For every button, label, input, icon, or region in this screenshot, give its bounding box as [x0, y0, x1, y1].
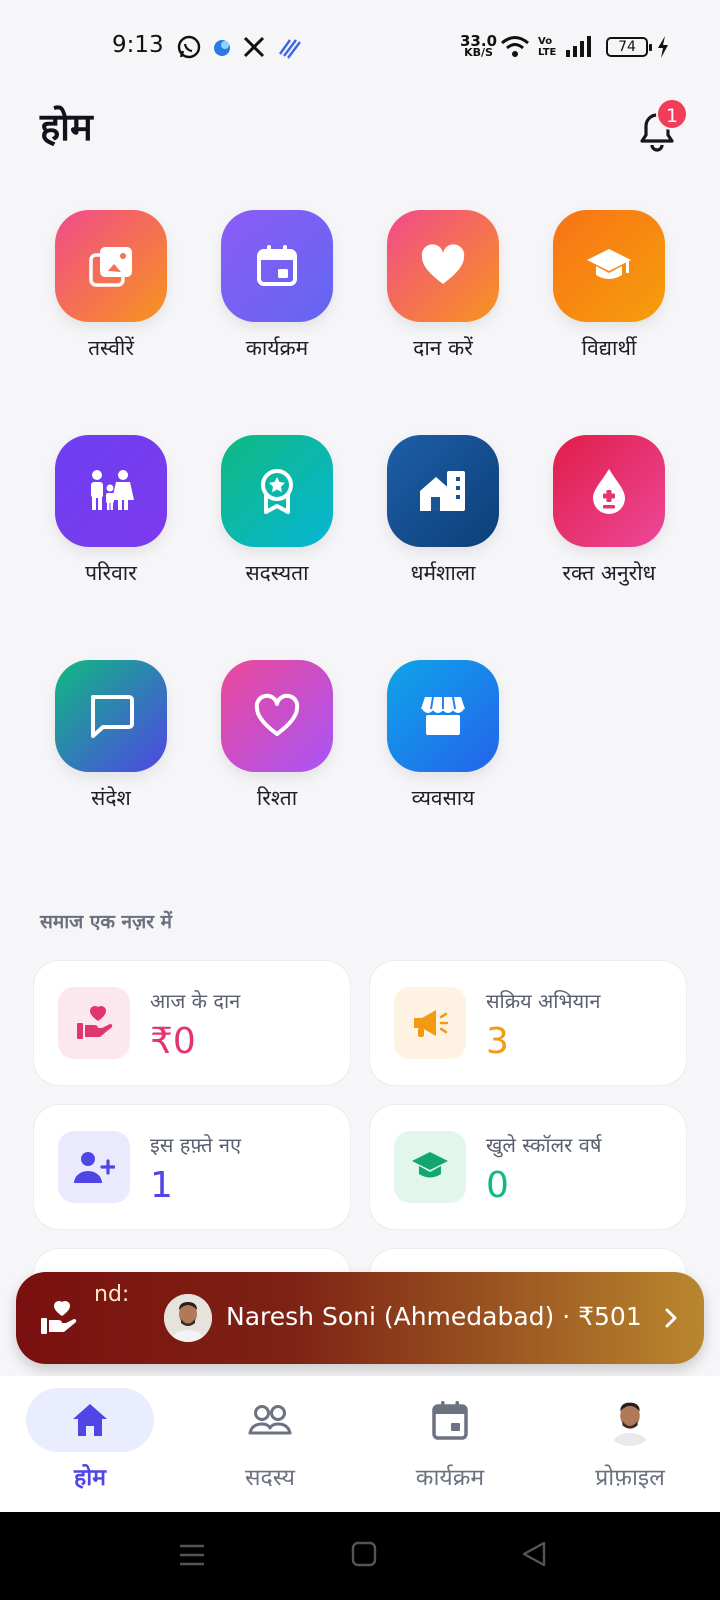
status-time: 9:13: [112, 32, 164, 58]
banner-text: Naresh Soni (Ahmedabad) · ₹501: [226, 1302, 642, 1331]
tile-matrimony[interactable]: रिश्ता: [202, 660, 352, 812]
avatar: [604, 1394, 656, 1446]
tile-label: सदस्यता: [245, 561, 309, 585]
recents-menu-icon[interactable]: [178, 1542, 206, 1568]
nav-item-events[interactable]: कार्यक्रम: [360, 1376, 540, 1492]
message-icon: [91, 695, 134, 738]
calendar-icon: [432, 1401, 468, 1440]
tile-family[interactable]: परिवार: [36, 435, 186, 587]
add-user-icon: [74, 1152, 115, 1183]
tile-label: विद्यार्थी: [581, 336, 637, 360]
nav-item-home[interactable]: होम: [0, 1376, 180, 1492]
stat-value: 0: [486, 1165, 509, 1206]
stat-card-active-campaigns[interactable]: सक्रिय अभियान 3: [369, 960, 687, 1086]
notification-badge: 1: [656, 98, 688, 130]
battery-indicator: 74: [606, 37, 652, 57]
section-title-overview: समाज एक नज़र में: [40, 911, 172, 933]
tile-students[interactable]: विद्यार्थी: [534, 210, 684, 362]
tile-label: तस्वीरें: [88, 336, 134, 360]
bottom-nav: होम सदस्य कार्यक्रम प्रोफ़ाइल: [0, 1376, 720, 1512]
tile-label: रक्त अनुरोध: [562, 561, 656, 585]
tile-events[interactable]: कार्यक्रम: [202, 210, 352, 362]
x-logo-icon: [243, 36, 265, 58]
avatar: [164, 1294, 212, 1342]
blood-drop-icon: [593, 469, 625, 514]
donation-hand-icon: [41, 1301, 77, 1334]
page-title: होम: [40, 105, 93, 149]
system-nav-bar: [0, 1512, 720, 1600]
chevron-right-icon[interactable]: [662, 1306, 680, 1330]
stat-value: ₹0: [150, 1021, 196, 1062]
tile-label: परिवार: [85, 561, 137, 585]
app-stripes-icon: [279, 39, 301, 59]
stat-title: सक्रिय अभियान: [486, 989, 601, 1013]
recent-donation-banner[interactable]: nd: Naresh Soni (Ahmedabad) · ₹501: [16, 1272, 704, 1364]
tile-label: दान करें: [413, 336, 473, 360]
members-icon: [248, 1405, 292, 1435]
graduation-cap-icon: [587, 249, 631, 279]
nav-label: कार्यक्रम: [415, 1465, 485, 1491]
nav-item-profile[interactable]: प्रोफ़ाइल: [540, 1376, 720, 1492]
tile-blood-request[interactable]: रक्त अनुरोध: [534, 435, 684, 587]
stat-title: इस हफ़्ते नए: [150, 1133, 242, 1157]
net-speed: 33.0 KB/S: [460, 32, 498, 59]
tile-photos[interactable]: तस्वीरें: [36, 210, 186, 362]
signal-icon: [566, 36, 591, 57]
charging-icon: [658, 36, 668, 58]
nav-label: होम: [74, 1465, 106, 1491]
nav-item-members[interactable]: सदस्य: [180, 1376, 360, 1492]
heart-outline-icon: [254, 693, 300, 736]
store-icon: [421, 696, 465, 735]
tile-dharamshala[interactable]: धर्मशाला: [368, 435, 518, 587]
megaphone-icon: [414, 1010, 449, 1037]
stat-card-new-this-week[interactable]: इस हफ़्ते नए 1: [33, 1104, 351, 1230]
stat-card-today-donations[interactable]: आज के दान ₹0: [33, 960, 351, 1086]
status-bar: 9:13 33.0 KB/S Vo LTE 74: [0, 0, 720, 92]
stat-value: 1: [150, 1165, 173, 1206]
app-blue-icon: [214, 40, 230, 56]
family-icon: [91, 470, 134, 510]
calendar-icon: [257, 245, 297, 286]
tile-label: कार्यक्रम: [245, 336, 309, 360]
nav-label: प्रोफ़ाइल: [595, 1465, 665, 1491]
stat-title: खुले स्कॉलर वर्ष: [486, 1133, 602, 1157]
home-square-icon[interactable]: [350, 1540, 378, 1568]
back-triangle-icon[interactable]: [520, 1540, 548, 1568]
home-icon: [73, 1404, 107, 1436]
banner-prefix: nd:: [94, 1282, 130, 1307]
tile-business[interactable]: व्यवसाय: [368, 660, 518, 812]
nav-label: सदस्य: [244, 1465, 296, 1491]
stat-title: आज के दान: [150, 989, 241, 1013]
award-badge-icon: [261, 469, 293, 514]
stat-value: 3: [486, 1021, 509, 1062]
tile-label: धर्मशाला: [410, 561, 476, 585]
wifi-icon: [501, 36, 529, 57]
graduation-cap-icon: [412, 1152, 448, 1178]
building-icon: [420, 471, 465, 511]
tile-label: व्यवसाय: [411, 786, 475, 810]
heart-icon: [421, 244, 465, 284]
tile-donate[interactable]: दान करें: [368, 210, 518, 362]
gallery-icon: [89, 247, 132, 287]
volte-label: Vo LTE: [538, 36, 557, 58]
tile-messages[interactable]: संदेश: [36, 660, 186, 812]
tile-label: संदेश: [91, 786, 131, 810]
tile-label: रिश्ता: [256, 786, 298, 810]
tile-membership[interactable]: सदस्यता: [202, 435, 352, 587]
whatsapp-icon: [177, 35, 201, 59]
stat-card-open-scholar-years[interactable]: खुले स्कॉलर वर्ष 0: [369, 1104, 687, 1230]
donation-hand-icon: [77, 1006, 113, 1039]
